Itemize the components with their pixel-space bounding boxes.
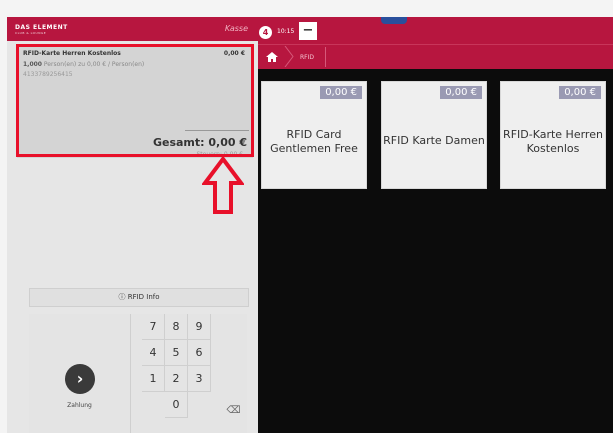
up-arrow-icon (202, 157, 244, 214)
left-header: DAS ELEMENT CLUB & LOUNGE Kasse (7, 17, 258, 41)
product-tile-rfid-karte-damen[interactable]: 0,00 € RFID Karte Damen (381, 81, 487, 189)
key-8[interactable]: 8 (165, 314, 188, 340)
key-4[interactable]: 4 (142, 340, 165, 366)
rfid-info-button[interactable]: ⓘ RFID Info (29, 288, 249, 307)
minus-button[interactable]: − (299, 22, 317, 40)
register-title: Kasse (224, 24, 248, 33)
tile-price: 0,00 € (559, 86, 601, 99)
info-icon: ⓘ (118, 293, 126, 301)
count-badge: 4 (259, 26, 272, 39)
product-tile-rfid-karte-herren-kostenlos[interactable]: 0,00 € RFID-Karte Herren Kostenlos (500, 81, 606, 189)
receipt-pane: DAS ELEMENT CLUB & LOUNGE Kasse RFID-Kar… (7, 17, 258, 433)
key-3[interactable]: 3 (188, 366, 211, 392)
pull-down-handle[interactable] (381, 17, 407, 24)
breadcrumb-divider (325, 47, 326, 67)
key-7[interactable]: 7 (142, 314, 165, 340)
key-2[interactable]: 2 (165, 366, 188, 392)
backspace-icon[interactable]: ⌫ (222, 398, 245, 424)
tile-name: RFID Karte Damen (383, 134, 485, 147)
highlight-box (16, 44, 254, 157)
breadcrumb-rfid[interactable]: RFID (300, 54, 314, 61)
tile-name: RFID Card Gentlemen Free (270, 128, 358, 155)
payment-label: Zahlung (67, 402, 92, 409)
payment-area[interactable]: › Zahlung (29, 314, 131, 433)
tile-price: 0,00 € (440, 86, 482, 99)
brand-logo: DAS ELEMENT CLUB & LOUNGE (15, 24, 68, 35)
clock: 10:15 (277, 28, 295, 35)
key-6[interactable]: 6 (188, 340, 211, 366)
key-5[interactable]: 5 (165, 340, 188, 366)
chevron-right-icon[interactable]: › (65, 364, 95, 394)
chevron-right-separator-icon (284, 46, 294, 67)
key-1[interactable]: 1 (142, 366, 165, 392)
home-icon[interactable] (266, 52, 278, 62)
pos-screen: DAS ELEMENT CLUB & LOUNGE Kasse RFID-Kar… (7, 17, 613, 433)
key-0[interactable]: 0 (165, 392, 188, 418)
key-9[interactable]: 9 (188, 314, 211, 340)
tile-name: RFID-Karte Herren Kostenlos (503, 128, 603, 155)
tile-price: 0,00 € (320, 86, 362, 99)
numpad: › Zahlung 7 8 9 4 5 6 1 2 3 0 ⌫ (29, 314, 247, 433)
product-tile-rfid-card-gentlemen-free[interactable]: 0,00 € RFID Card Gentlemen Free (261, 81, 367, 189)
